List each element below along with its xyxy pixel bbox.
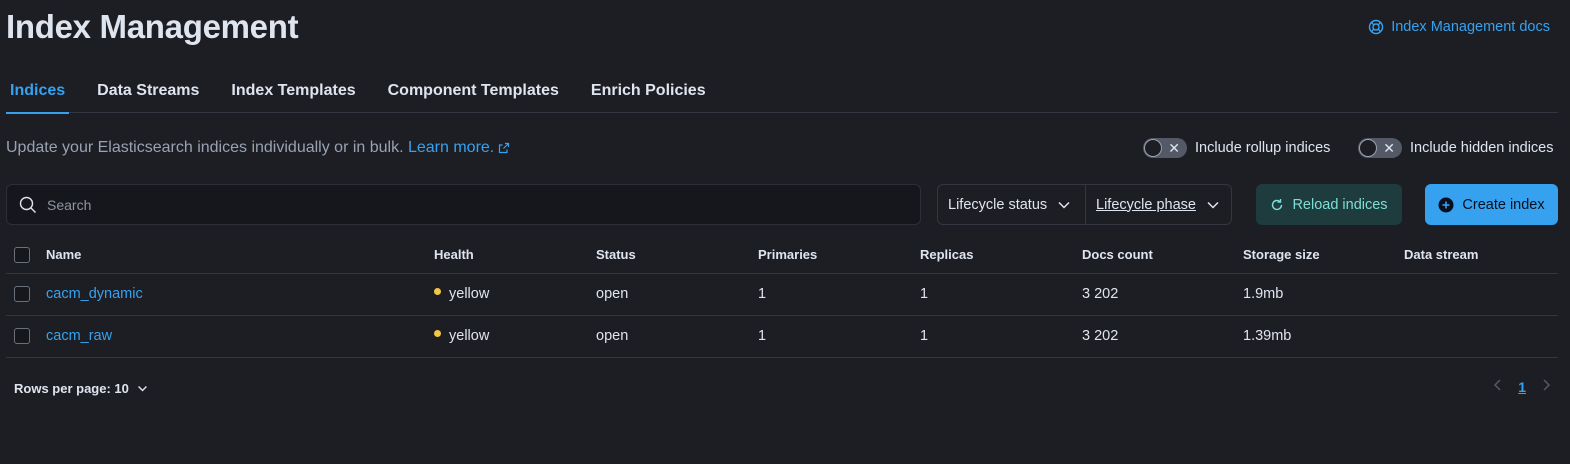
docs-link-label: Index Management docs [1391, 19, 1550, 35]
chevron-down-icon [1207, 201, 1219, 209]
tab-data-streams[interactable]: Data Streams [81, 70, 215, 113]
data-stream-value [1404, 273, 1558, 316]
learn-more-link[interactable]: Learn more. [408, 139, 510, 156]
prev-page-button[interactable] [1492, 378, 1504, 395]
docs-count-value: 3 202 [1082, 273, 1243, 316]
docs-link[interactable]: Index Management docs [1368, 19, 1550, 35]
external-link-icon [499, 142, 510, 153]
column-header-data-stream[interactable]: Data stream [1404, 237, 1558, 274]
page-title: Index Management [6, 8, 299, 45]
replicas-value: 1 [920, 273, 1082, 316]
rollup-toggle-label: Include rollup indices [1195, 140, 1331, 156]
column-header-replicas[interactable]: Replicas [920, 237, 1082, 274]
status-value: open [596, 315, 758, 358]
health-dot-icon [434, 287, 441, 295]
page-description: Update your Elasticsearch indices indivi… [6, 139, 510, 157]
docs-count-value: 3 202 [1082, 315, 1243, 358]
create-index-label: Create index [1462, 196, 1545, 213]
hidden-toggle-label: Include hidden indices [1410, 140, 1554, 156]
learn-more-label: Learn more. [407, 139, 495, 156]
toggle-knob [1359, 139, 1377, 157]
data-stream-value [1404, 315, 1558, 358]
indices-table: Name Health Status Primaries Replicas Do… [6, 237, 1558, 358]
column-header-docs-count[interactable]: Docs count [1082, 237, 1243, 274]
select-all-checkbox[interactable] [14, 246, 30, 263]
chevron-down-icon [1058, 201, 1070, 209]
lifecycle-filter-group: Lifecycle status Lifecycle phase [937, 184, 1232, 225]
storage-size-value: 1.9mb [1243, 273, 1404, 316]
next-page-button[interactable] [1540, 378, 1552, 395]
tab-indices[interactable]: Indices [6, 70, 81, 114]
column-header-primaries[interactable]: Primaries [758, 237, 920, 274]
column-header-health[interactable]: Health [434, 237, 596, 274]
status-value: open [596, 273, 758, 316]
replicas-value: 1 [920, 315, 1082, 358]
table-header-row: Name Health Status Primaries Replicas Do… [6, 237, 1558, 274]
chevron-down-icon [137, 386, 147, 392]
table-row: cacm_dynamic yellow open 1 1 3 202 1.9mb [6, 273, 1558, 316]
tab-bar: Indices Data Streams Index Templates Com… [6, 70, 1558, 114]
rows-per-page-selector[interactable]: Rows per page: 10 [14, 381, 148, 396]
tab-index-templates[interactable]: Index Templates [215, 70, 371, 113]
lifecycle-status-label: Lifecycle status [948, 196, 1048, 213]
close-icon: ✕ [1383, 140, 1395, 156]
health-value: yellow [449, 328, 490, 344]
search-input[interactable] [47, 196, 907, 213]
column-header-storage-size[interactable]: Storage size [1243, 237, 1404, 274]
create-index-button[interactable]: Create index [1425, 184, 1558, 225]
tab-component-templates[interactable]: Component Templates [372, 70, 575, 113]
tab-enrich-policies[interactable]: Enrich Policies [575, 70, 722, 113]
reload-indices-button[interactable]: Reload indices [1256, 184, 1402, 225]
chevron-right-icon [1543, 379, 1551, 391]
page-number-button[interactable]: 1 [1518, 379, 1526, 395]
toggle-knob [1144, 139, 1162, 157]
table-row: cacm_raw yellow open 1 1 3 202 1.39mb [6, 315, 1558, 358]
chevron-left-icon [1494, 379, 1501, 391]
row-checkbox[interactable] [14, 286, 30, 302]
hidden-toggle-group: ✕ Include hidden indices [1358, 138, 1554, 158]
rollup-toggle[interactable]: ✕ [1143, 138, 1187, 158]
plus-circle-icon [1438, 197, 1454, 212]
primaries-value: 1 [758, 315, 920, 358]
column-header-name[interactable]: Name [46, 237, 434, 274]
rows-per-page-label: Rows per page: 10 [14, 381, 129, 396]
hidden-toggle[interactable]: ✕ [1358, 138, 1402, 158]
search-icon [19, 196, 36, 213]
reload-indices-label: Reload indices [1292, 196, 1388, 213]
health-dot-icon [434, 329, 441, 337]
lifecycle-status-filter[interactable]: Lifecycle status [938, 185, 1086, 224]
primaries-value: 1 [758, 273, 920, 316]
index-name-link[interactable]: cacm_raw [46, 328, 112, 344]
close-icon: ✕ [1168, 140, 1180, 156]
storage-size-value: 1.39mb [1243, 315, 1404, 358]
refresh-icon [1272, 198, 1283, 210]
description-text: Update your Elasticsearch indices indivi… [6, 139, 404, 156]
help-lifebuoy-icon [1369, 19, 1384, 35]
rollup-toggle-group: ✕ Include rollup indices [1143, 138, 1330, 158]
search-box [6, 184, 921, 225]
column-header-status[interactable]: Status [596, 237, 758, 274]
pagination: 1 [1492, 378, 1552, 395]
index-name-link[interactable]: cacm_dynamic [46, 286, 143, 302]
lifecycle-phase-label: Lifecycle phase [1096, 196, 1196, 213]
row-checkbox[interactable] [14, 328, 30, 344]
lifecycle-phase-filter[interactable]: Lifecycle phase [1086, 185, 1230, 224]
health-value: yellow [449, 286, 490, 302]
